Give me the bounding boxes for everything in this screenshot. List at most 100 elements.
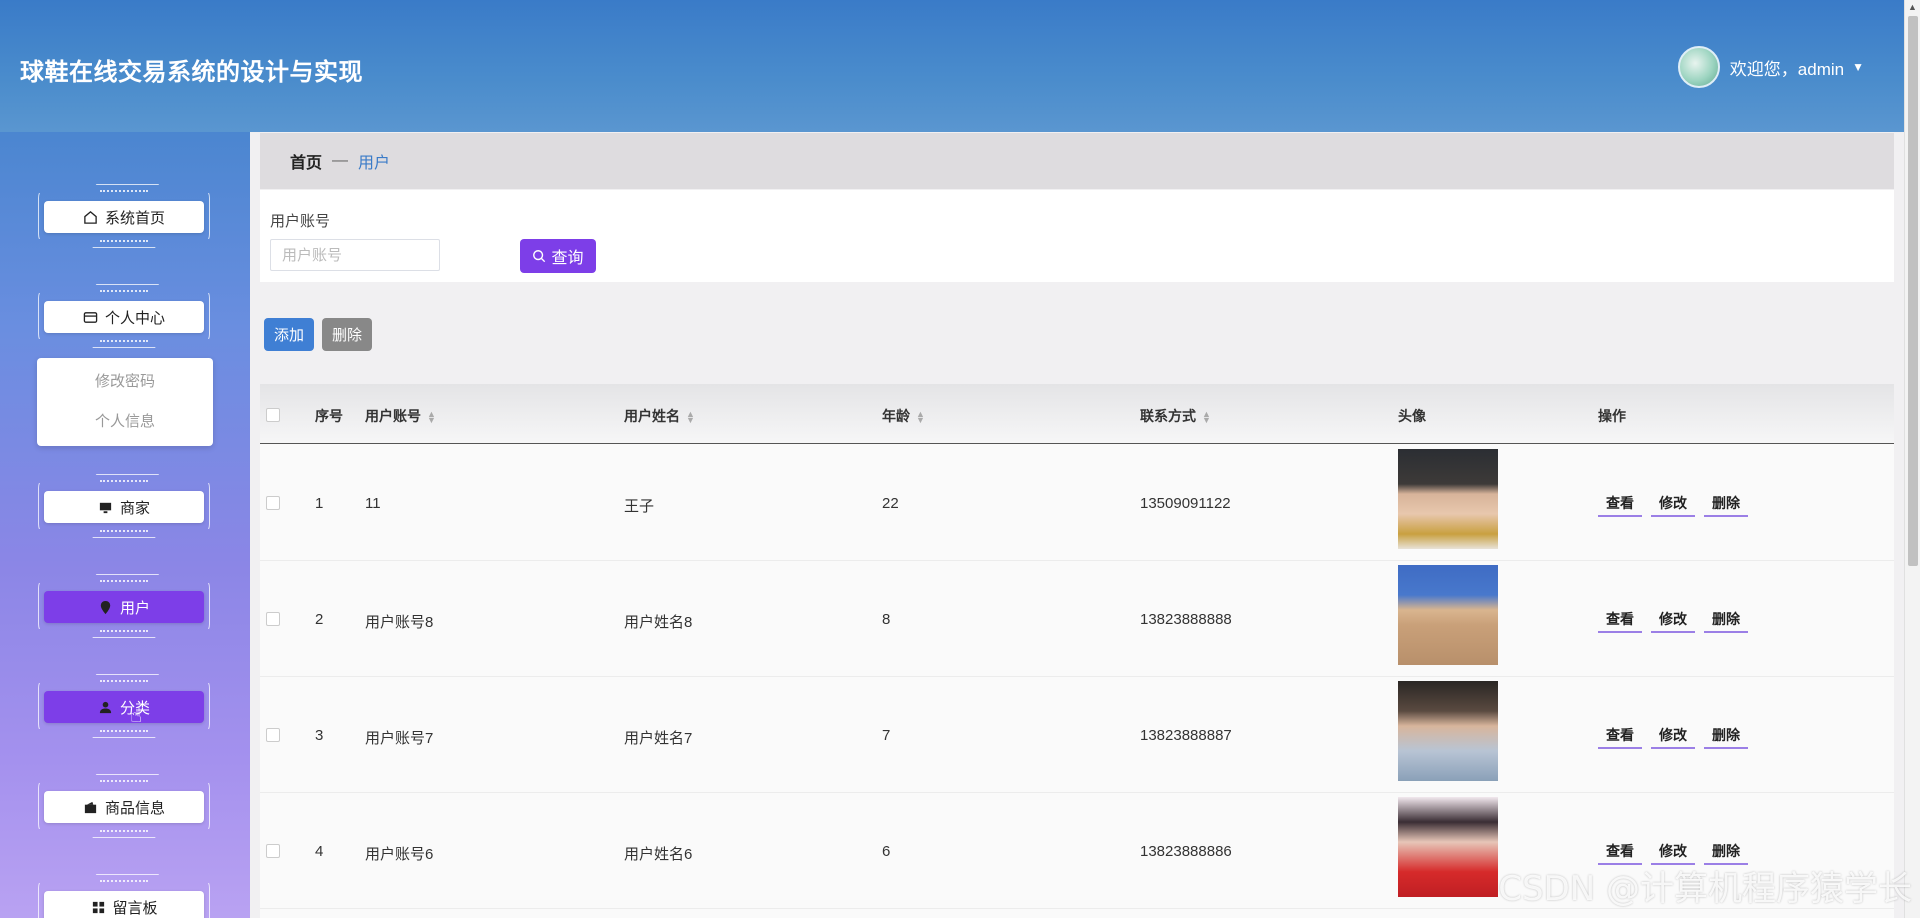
column-header-actions: 操作 — [1598, 408, 1626, 424]
cell-age: 22 — [882, 495, 899, 512]
search-panel: 用户账号 查询 — [260, 190, 1894, 282]
sidebar-item-label: 商品信息 — [104, 799, 165, 817]
sidebar-button-profile[interactable]: 个人中心 — [44, 301, 204, 333]
search-button[interactable]: 查询 — [520, 239, 596, 273]
sidebar-button-merchant[interactable]: 商家 — [44, 491, 204, 523]
user-avatar[interactable] — [1677, 46, 1720, 88]
delete-button[interactable]: 删除 — [1704, 721, 1748, 749]
cell-name: 王子 — [624, 498, 655, 515]
sidebar-button-messages[interactable]: 留言板 — [44, 891, 204, 918]
view-button[interactable]: 查看 — [1598, 605, 1642, 633]
sidebar-button-user[interactable]: 用户 — [44, 591, 204, 623]
row-checkbox[interactable] — [266, 496, 280, 510]
sidebar-button-products[interactable]: 商品信息 — [44, 791, 204, 823]
breadcrumb-separator: — — [332, 152, 349, 169]
cell-phone: 13823888888 — [1140, 611, 1232, 628]
sidebar-item-user[interactable]: 用户 — [38, 574, 210, 638]
scrollbar-thumb[interactable] — [1908, 16, 1918, 566]
column-header-phone[interactable]: 联系方式 ▲ ▼ — [1140, 406, 1211, 426]
sidebar-item-category[interactable]: 分类 ☝ — [38, 674, 210, 738]
home-icon — [83, 209, 99, 225]
person-icon — [98, 699, 114, 715]
cell-age: 8 — [882, 611, 891, 628]
edit-button[interactable]: 修改 — [1651, 721, 1695, 749]
cell-account: 用户账号7 — [365, 730, 434, 747]
table-row: 2 用户账号8 用户姓名8 8 13823888888 查看 修改 删除 — [260, 561, 1894, 677]
user-avatar-photo[interactable] — [1398, 797, 1498, 897]
sidebar-item-label: 系统首页 — [104, 209, 165, 227]
row-checkbox[interactable] — [266, 612, 280, 626]
page-scrollbar[interactable]: ▲ — [1904, 0, 1920, 918]
card-icon — [83, 309, 99, 325]
search-label: 用户账号 — [270, 213, 331, 230]
column-header-avatar: 头像 — [1398, 408, 1426, 424]
top-header: 球鞋在线交易系统的设计与实现 欢迎您，admin ▼ — [0, 0, 1904, 132]
batch-delete-button[interactable]: 删除 — [322, 318, 372, 351]
row-checkbox[interactable] — [266, 844, 280, 858]
sidebar-item-label: 个人中心 — [104, 309, 165, 327]
sidebar-item-label: 留言板 — [112, 899, 158, 917]
sort-icon[interactable]: ▲ ▼ — [686, 410, 695, 425]
cell-name: 用户姓名6 — [624, 846, 693, 863]
table-row: 1 11 王子 22 13509091122 查看 修改 删除 — [260, 445, 1894, 561]
submenu-personal-info[interactable]: 个人信息 — [37, 402, 213, 442]
column-header-name[interactable]: 用户姓名 ▲ ▼ — [624, 406, 695, 426]
table-row: 3 用户账号7 用户姓名7 7 13823888887 查看 修改 删除 — [260, 677, 1894, 793]
cell-name: 用户姓名8 — [624, 614, 693, 631]
select-all-checkbox[interactable] — [266, 408, 280, 422]
chevron-down-icon[interactable]: ▼ — [1852, 60, 1864, 74]
cell-phone: 13823888886 — [1140, 843, 1232, 860]
sort-icon[interactable]: ▲ ▼ — [916, 410, 925, 425]
sidebar-item-home[interactable]: 系统首页 — [38, 184, 210, 248]
delete-button[interactable]: 删除 — [1704, 489, 1748, 517]
edit-button[interactable]: 修改 — [1651, 605, 1695, 633]
user-avatar-photo[interactable] — [1398, 565, 1498, 665]
cell-index: 1 — [315, 495, 324, 512]
view-button[interactable]: 查看 — [1598, 721, 1642, 749]
sidebar-item-products[interactable]: 商品信息 — [38, 774, 210, 838]
watermark: CSDN @计算机程序猿学长 — [1498, 869, 1912, 909]
cell-age: 7 — [882, 727, 891, 744]
profile-submenu: 修改密码 个人信息 — [37, 358, 213, 446]
cell-index: 4 — [315, 843, 324, 860]
welcome-text: 欢迎您，admin — [1729, 59, 1845, 79]
cell-index: 2 — [315, 611, 324, 628]
search-button-label: 查询 — [551, 250, 584, 267]
sidebar-item-profile[interactable]: 个人中心 — [38, 284, 210, 348]
sort-icon[interactable]: ▲ ▼ — [1202, 410, 1211, 425]
search-input[interactable] — [270, 239, 440, 271]
breadcrumb-home[interactable]: 首页 — [290, 149, 322, 173]
view-button[interactable]: 查看 — [1598, 489, 1642, 517]
row-checkbox[interactable] — [266, 728, 280, 742]
sidebar-button-home[interactable]: 系统首页 — [44, 201, 204, 233]
search-icon — [532, 249, 546, 263]
delete-button[interactable]: 删除 — [1704, 605, 1748, 633]
sidebar-button-category[interactable]: 分类 ☝ — [44, 691, 204, 727]
cell-age: 6 — [882, 843, 891, 860]
scroll-up-icon[interactable]: ▲ — [1908, 2, 1917, 12]
submenu-change-password[interactable]: 修改密码 — [37, 362, 213, 402]
cell-name: 用户姓名7 — [624, 730, 693, 747]
location-pin-icon — [98, 599, 114, 615]
user-menu[interactable]: 欢迎您，admin ▼ — [1677, 46, 1864, 88]
sort-icon[interactable]: ▲ ▼ — [427, 410, 436, 425]
sidebar-item-merchant[interactable]: 商家 — [38, 474, 210, 538]
user-avatar-photo[interactable] — [1398, 449, 1498, 549]
grid-icon — [90, 899, 106, 915]
sidebar: 系统首页 个人中心 修改密码 个人信息 商家 用户 分类 ☝ 商品信息 留言板 — [0, 132, 250, 918]
cell-account: 11 — [365, 495, 381, 512]
cell-phone: 13509091122 — [1140, 495, 1231, 512]
column-header-index: 序号 — [315, 408, 343, 424]
column-header-age[interactable]: 年龄 ▲ ▼ — [882, 406, 925, 426]
breadcrumb-current: 用户 — [358, 155, 391, 172]
sidebar-item-messages[interactable]: 留言板 — [38, 874, 210, 918]
app-title: 球鞋在线交易系统的设计与实现 — [20, 59, 363, 86]
monitor-icon — [98, 499, 114, 515]
table-header: 序号 用户账号 ▲ ▼ 用户姓名 ▲ ▼ 年龄 ▲ ▼ 联系方式 ▲ ▼ 头像 操作 — [260, 384, 1894, 444]
breadcrumb: 首页 — 用户 — [260, 133, 1894, 189]
wallet-icon — [83, 799, 99, 815]
column-header-account[interactable]: 用户账号 ▲ ▼ — [365, 406, 436, 426]
user-avatar-photo[interactable] — [1398, 681, 1498, 781]
add-button[interactable]: 添加 — [264, 318, 314, 351]
edit-button[interactable]: 修改 — [1651, 489, 1695, 517]
